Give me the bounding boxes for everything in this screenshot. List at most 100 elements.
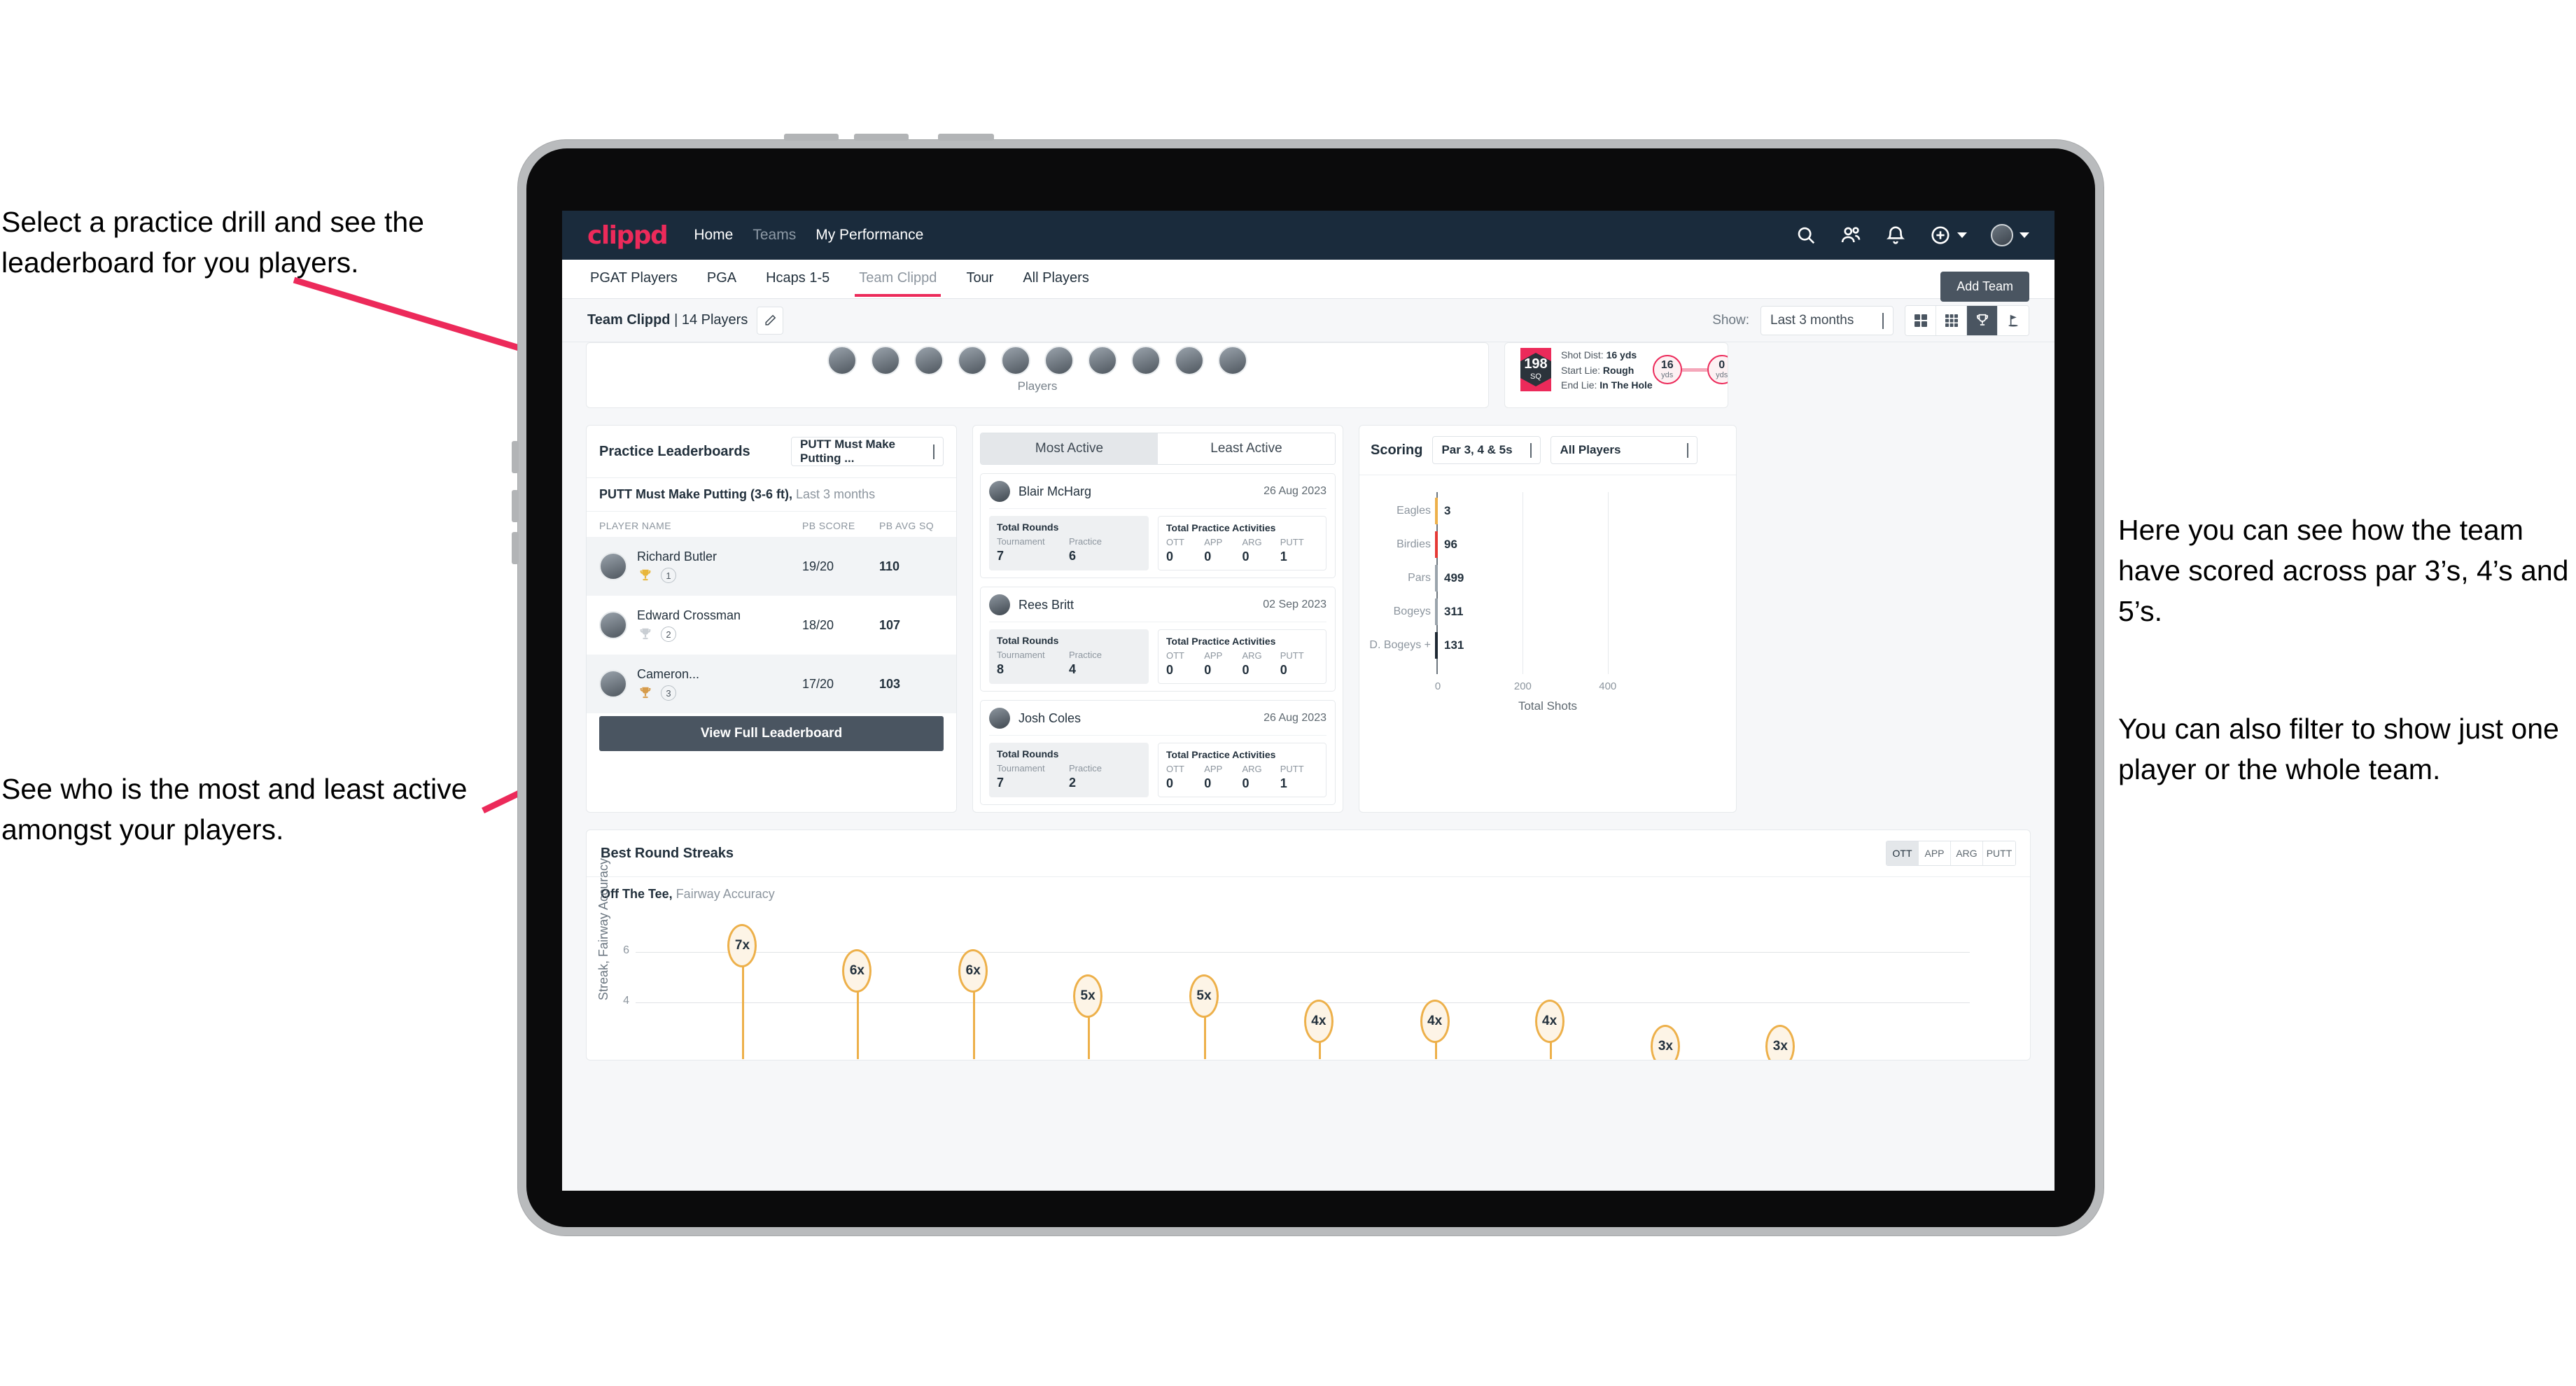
streak-marker[interactable]: 3x [1765, 1025, 1795, 1060]
chevron-down-icon [2019, 232, 2029, 238]
value-arg: 0 [1242, 550, 1250, 564]
label-app: APP [1204, 537, 1223, 547]
streak-marker[interactable]: 6x [842, 949, 872, 993]
value-practice: 2 [1069, 776, 1077, 790]
clippd-logo[interactable]: clippd [587, 221, 668, 250]
streak-marker[interactable]: 4x [1534, 1000, 1564, 1043]
avatar[interactable] [1001, 346, 1030, 375]
avatar[interactable] [827, 346, 857, 375]
xtick-400: 400 [1599, 680, 1617, 692]
value-app: 0 [1204, 776, 1212, 790]
total-practice-activities-box: Total Practice Activities OTT 0 APP 0 ARG 0… [1158, 743, 1326, 797]
view-grid-2x2-button[interactable] [1905, 305, 1936, 335]
annotation-practice-drill: Select a practice drill and see the lead… [1, 206, 424, 279]
app-screen: clippd Home Teams My Performance PGAT Pl… [562, 211, 2054, 1191]
tab-most-active[interactable]: Most Active [981, 433, 1158, 464]
label-ott: OTT [1166, 650, 1184, 661]
tab-tour[interactable]: Tour [962, 261, 997, 297]
streaks-metric-name: Fairway Accuracy [672, 887, 775, 901]
edit-team-button[interactable] [757, 306, 784, 335]
view-golf-flag-button[interactable] [1998, 305, 2029, 335]
annotation-filter: You can also filter to show just one pla… [2118, 713, 2559, 786]
par-filter-select[interactable]: Par 3, 4 & 5s [1432, 436, 1541, 464]
avatar[interactable] [871, 346, 900, 375]
avatar[interactable] [1131, 346, 1161, 375]
table-row[interactable]: Edward Crossman 2 18/20 107 [587, 596, 956, 654]
profile-menu[interactable] [1991, 224, 2029, 246]
plus-circle-icon[interactable] [1930, 225, 1951, 246]
team-name-label: Team Clippd | 14 Players [587, 312, 748, 328]
tab-least-active[interactable]: Least Active [1158, 433, 1335, 464]
nav-link-teams[interactable]: Teams [752, 227, 796, 244]
best-round-streaks-card: Best Round Streaks OTT APP ARG PUTT Off … [586, 830, 2031, 1060]
avatar[interactable] [1088, 346, 1117, 375]
list-item[interactable]: Blair McHarg 26 Aug 2023 Total Rounds To… [980, 473, 1336, 578]
nav-link-home[interactable]: Home [694, 227, 733, 244]
view-full-leaderboard-button[interactable]: View Full Leaderboard [599, 716, 944, 751]
avatar[interactable] [1991, 224, 2013, 246]
tab-all-players[interactable]: All Players [1018, 261, 1093, 297]
tab-hcaps-1-5[interactable]: Hcaps 1-5 [762, 261, 834, 297]
bar-label-pars: Pars [1408, 572, 1431, 584]
total-activities-heading: Total Practice Activities [1166, 749, 1276, 760]
pb-score: 17/20 [802, 676, 834, 691]
people-icon[interactable] [1840, 225, 1861, 246]
value-app: 0 [1204, 550, 1212, 564]
player-filter-select[interactable]: All Players [1550, 436, 1698, 464]
streaks-tab-ott[interactable]: OTT [1886, 841, 1919, 865]
avatar [989, 594, 1010, 615]
tab-pga[interactable]: PGA [703, 261, 741, 297]
table-row[interactable]: Richard Butler 1 19/20 110 [587, 537, 956, 596]
list-item[interactable]: Josh Coles 26 Aug 2023 Total Rounds Tour… [980, 700, 1336, 805]
value-arg: 0 [1242, 663, 1250, 677]
streak-marker[interactable]: 4x [1420, 1000, 1450, 1043]
avatar[interactable] [1044, 346, 1074, 375]
streak-marker[interactable]: 6x [958, 949, 988, 993]
chevron-down-icon [933, 444, 934, 459]
shot-end-lie-line: End Lie: In The Hole [1561, 379, 1653, 391]
streaks-tab-app[interactable]: APP [1919, 841, 1951, 865]
streaks-tab-arg[interactable]: ARG [1951, 841, 1983, 865]
ytick-4: 4 [623, 995, 629, 1007]
nav-link-my-performance[interactable]: My Performance [816, 227, 923, 244]
view-trophy-button[interactable] [1967, 305, 1998, 335]
streaks-tab-putt[interactable]: PUTT [1983, 841, 2015, 865]
annotation-scoring: Here you can see how the team have score… [2118, 514, 2569, 628]
table-row[interactable]: Cameron... 3 17/20 103 [587, 654, 956, 713]
avatar[interactable] [914, 346, 944, 375]
streak-marker[interactable]: 4x [1303, 1000, 1334, 1043]
pencil-icon [765, 314, 776, 326]
search-icon[interactable] [1795, 225, 1816, 246]
bell-icon[interactable] [1885, 225, 1906, 246]
drill-select[interactable]: PUTT Must Make Putting ... [791, 437, 944, 466]
add-menu[interactable] [1930, 225, 1967, 246]
total-rounds-box: Total Rounds Tournament 7 Practice 2 [989, 743, 1149, 797]
streak-marker[interactable]: 5x [1073, 974, 1103, 1018]
avatar[interactable] [958, 346, 987, 375]
tab-pgat-players[interactable]: PGAT Players [586, 261, 682, 297]
shot-distance-connector [1681, 368, 1707, 372]
list-item[interactable]: Rees Britt 02 Sep 2023 Total Rounds Tour… [980, 587, 1336, 692]
label-practice: Practice [1069, 536, 1102, 547]
tab-team-clippd[interactable]: Team Clippd [855, 261, 941, 297]
label-practice: Practice [1069, 650, 1102, 660]
streak-marker[interactable]: 3x [1651, 1025, 1681, 1060]
show-range-select[interactable]: Last 3 months [1760, 305, 1893, 335]
device-button-top-1 [784, 134, 839, 141]
show-label: Show: [1712, 312, 1749, 328]
streaks-category-name: Off The Tee, [601, 887, 673, 901]
streak-marker[interactable]: 7x [727, 924, 757, 967]
avatar[interactable] [1175, 346, 1204, 375]
avatar[interactable] [1218, 346, 1247, 375]
chevron-down-icon [1882, 312, 1884, 329]
player-name: Richard Butler [637, 550, 718, 564]
shot-start-distance: 16 yds [1652, 355, 1682, 384]
golf-flag-icon [2008, 314, 2018, 326]
streak-marker[interactable]: 5x [1189, 974, 1219, 1018]
value-ott: 0 [1166, 776, 1174, 790]
view-grid-3x3-button[interactable] [1936, 305, 1967, 335]
value-putt: 1 [1280, 776, 1287, 790]
streaks-header: Best Round Streaks OTT APP ARG PUTT [587, 830, 2030, 877]
add-team-button[interactable]: Add Team [1940, 272, 2029, 302]
bar-value-eagles: 3 [1444, 504, 1451, 517]
